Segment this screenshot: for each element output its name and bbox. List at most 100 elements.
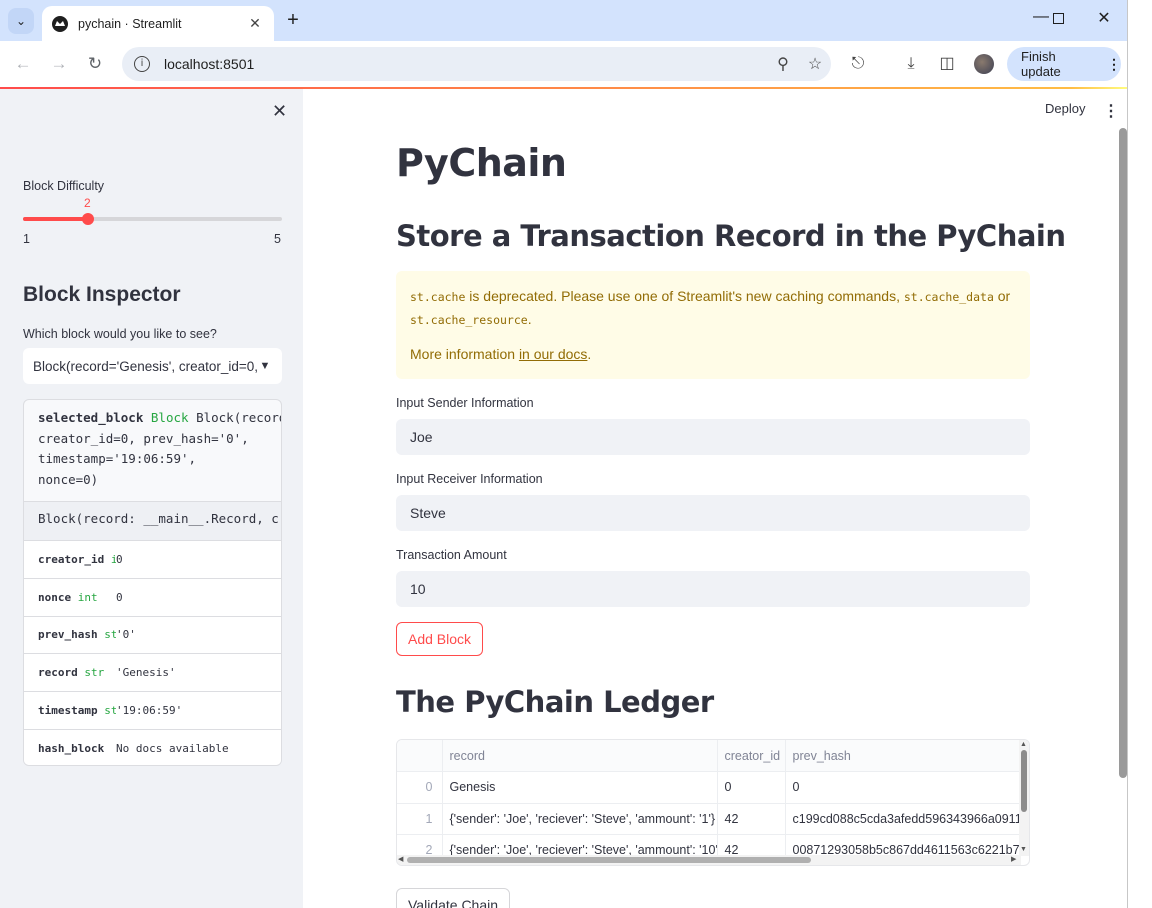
amount-input[interactable]: 10 (396, 571, 1030, 607)
slider-min: 1 (23, 232, 30, 246)
help-repr-line: creator_id=0, prev_hash='0', (38, 430, 249, 446)
main-menu-icon[interactable]: ⋮ (1103, 101, 1119, 121)
scrollbar-thumb[interactable] (407, 857, 811, 863)
table-header-cell[interactable] (397, 740, 443, 772)
member-type: str (84, 666, 105, 680)
sidebar: ✕ Block Difficulty 2 1 5 Block Inspector… (0, 89, 303, 908)
table-header-cell[interactable]: record (442, 740, 718, 772)
reload-icon[interactable]: ↻ (84, 53, 106, 75)
tab-search-button[interactable]: ⌄ (8, 8, 34, 34)
tab-close-icon[interactable]: ✕ (246, 15, 264, 32)
finish-update-button[interactable]: Finish update ⋮ (1007, 47, 1121, 81)
member-name: timestamp str (24, 704, 116, 717)
warning-text: . (587, 346, 592, 362)
table-row[interactable]: 0 Genesis 0 0 (397, 771, 1029, 804)
scroll-right-icon[interactable]: ▶ (1011, 855, 1016, 863)
warning-text: or (993, 288, 1011, 304)
member-name: record str (38, 666, 105, 680)
help-members: creator_id int0nonce int0prev_hash str'0… (24, 540, 281, 765)
amount-label: Transaction Amount (396, 548, 507, 562)
table-cell[interactable]: 0 (717, 771, 786, 804)
bookmark-star-icon[interactable]: ☆ (799, 54, 831, 74)
slider-fill (23, 217, 88, 221)
add-block-button[interactable]: Add Block (396, 622, 484, 656)
table-cell[interactable]: 1 (397, 803, 443, 835)
side-panel-icon[interactable]: ◫ (936, 53, 958, 75)
table-horizontal-scrollbar[interactable]: ◀ ▶ (397, 855, 1021, 865)
docs-link[interactable]: in our docs (519, 346, 587, 362)
download-icon[interactable]: ⤓ (900, 53, 922, 75)
table-cell[interactable]: Genesis (442, 771, 718, 804)
block-select[interactable]: Block(record='Genesis', creator_id=0, pr… (23, 348, 282, 384)
member-type: str (104, 704, 116, 718)
warning-code: st.cache_resource (410, 313, 528, 327)
difficulty-slider[interactable] (23, 213, 282, 225)
block-help-panel: selected_block Block Block(record='Genes… (23, 399, 282, 766)
slider-label: Block Difficulty (23, 179, 105, 193)
page-scrollbar[interactable] (1119, 128, 1127, 778)
sidebar-close-icon[interactable]: ✕ (272, 101, 287, 122)
deploy-button[interactable]: Deploy (1045, 101, 1085, 116)
scrollbar-thumb[interactable] (1021, 750, 1027, 812)
member-value: 0 (116, 590, 123, 604)
table-vertical-scrollbar[interactable]: ▲ ▼ (1019, 740, 1029, 856)
window-close-icon[interactable]: ✕ (1081, 8, 1127, 32)
member-name: prev_hash str (24, 628, 116, 641)
site-info-icon[interactable]: i (134, 56, 150, 72)
scroll-left-icon[interactable]: ◀ (398, 855, 403, 863)
warning-code: st.cache (410, 290, 466, 304)
tab-strip: ⌄ pychain · Streamlit ✕ + — ✕ (0, 0, 1127, 41)
help-member-row: hash_block No docs available (24, 728, 281, 765)
scroll-up-icon[interactable]: ▲ (1020, 741, 1027, 748)
help-repr-line: Block(record='Genesis', (196, 410, 281, 425)
receiver-input[interactable]: Steve (396, 495, 1030, 531)
address-bar[interactable]: i localhost:8501 ⚲ ☆ (122, 47, 831, 81)
member-value: '19:06:59' (116, 704, 183, 718)
table-cell[interactable]: 0 (397, 771, 443, 804)
receiver-label: Input Receiver Information (396, 472, 543, 486)
member-value: '0' (116, 628, 136, 642)
help-member-row: prev_hash str'0' (24, 615, 281, 654)
table-cell[interactable]: 0 (785, 771, 1029, 804)
page-title: PyChain (396, 141, 567, 185)
member-name: nonce int (38, 590, 98, 604)
table-cell[interactable]: 42 (717, 803, 786, 835)
browser-tab[interactable]: pychain · Streamlit ✕ (42, 6, 274, 41)
member-type: int (77, 590, 98, 604)
sender-input[interactable]: Joe (396, 419, 1030, 455)
validate-chain-button[interactable]: Validate Chain (396, 888, 511, 908)
sender-label: Input Sender Information (396, 396, 534, 410)
profile-avatar[interactable] (974, 54, 994, 74)
ledger-heading: The PyChain Ledger (396, 685, 714, 719)
table-header-cell[interactable]: creator_id (717, 740, 786, 772)
chrome-menu-icon[interactable]: ⋮ (1107, 56, 1121, 73)
help-signature: selected_block Block Block(record='Genes… (24, 400, 281, 501)
warning-code: st.cache_data (903, 290, 994, 304)
member-name: creator_id int (24, 553, 116, 566)
help-type-name: Block (150, 410, 189, 425)
ledger-table[interactable]: record creator_id prev_hash 0 Genesis 0 0 1 {'s… (396, 739, 1030, 866)
select-label: Which block would you like to see? (23, 327, 217, 341)
zoom-icon[interactable]: ⚲ (767, 54, 799, 74)
table-header-cell[interactable]: prev_hash (785, 740, 1029, 772)
scroll-down-icon[interactable]: ▼ (1020, 846, 1027, 853)
maximize-icon[interactable] (1035, 8, 1081, 32)
extensions-icon[interactable]: ⎋ (847, 53, 869, 75)
forward-icon[interactable]: → (48, 53, 70, 75)
help-member-row: nonce int 0 (24, 577, 281, 616)
new-tab-icon[interactable]: + (282, 10, 304, 32)
back-icon[interactable]: ← (12, 53, 34, 75)
main-content: Deploy ⋮ PyChain Store a Transaction Rec… (303, 89, 1125, 908)
help-repr-line: nonce=0) (38, 471, 99, 487)
table-body: 0 Genesis 0 0 1 {'sender': 'Joe', 'reciever':… (397, 771, 1029, 865)
warning-text: More information (410, 346, 519, 362)
table-cell[interactable]: c199cd088c5cda3afedd596343966a0911312 (785, 803, 1029, 835)
help-var-name: selected_block (38, 410, 144, 425)
help-member-row: record str 'Genesis' (24, 653, 281, 692)
table-row[interactable]: 1 {'sender': 'Joe', 'reciever': 'Steve', … (397, 803, 1029, 835)
chevron-down-icon: ⌄ (15, 14, 27, 28)
slider-thumb[interactable] (82, 213, 94, 225)
table-cell[interactable]: {'sender': 'Joe', 'reciever': 'Steve', '… (442, 803, 718, 835)
browser-toolbar: ← → ↻ i localhost:8501 ⚲ ☆ ⎋ ⤓ ◫ Finish … (0, 41, 1127, 87)
slider-max: 5 (274, 232, 281, 246)
